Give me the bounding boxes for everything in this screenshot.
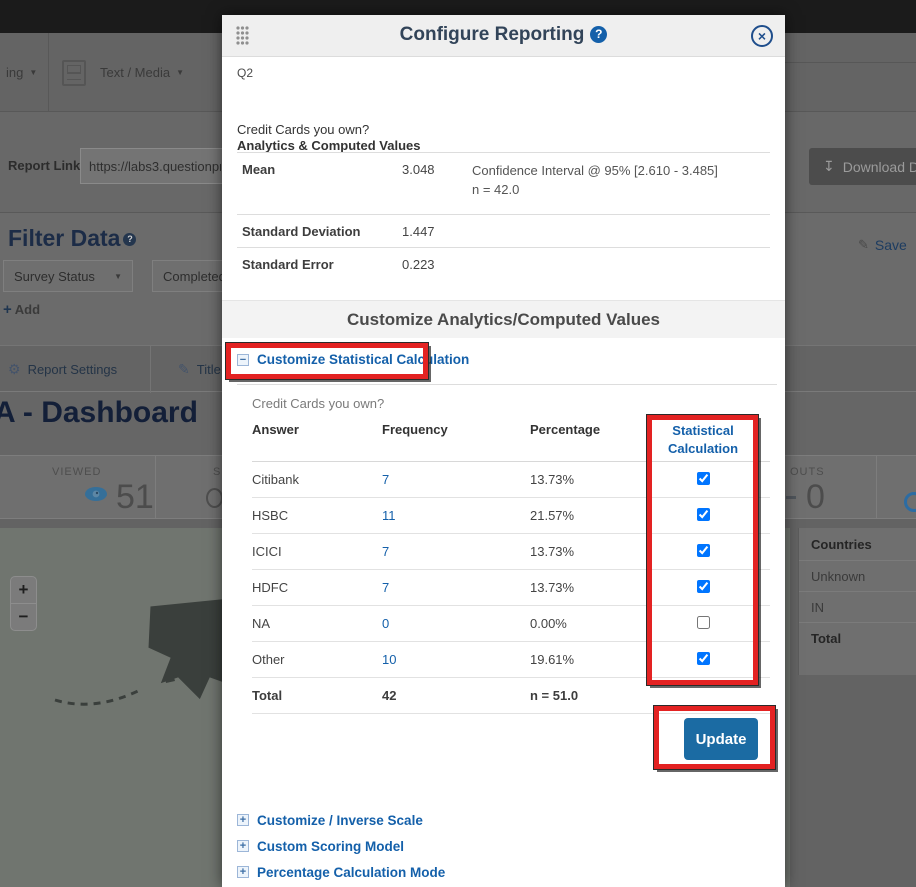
dropouts-label-partial: OUTS [790, 466, 825, 478]
globe-icon [904, 492, 916, 512]
country-row[interactable]: Unknown [799, 561, 916, 592]
collapsed-sections: + Customize / Inverse Scale + Custom Sco… [237, 807, 445, 885]
answers-header-row: Answer Frequency Percentage Statistical … [252, 417, 770, 462]
zoom-in-button[interactable]: + [11, 577, 36, 604]
dropout-icon [786, 496, 796, 499]
collapse-icon[interactable]: − [237, 354, 249, 366]
countries-table: Countries Unknown IN Total [798, 528, 916, 675]
countries-header: Countries [799, 528, 916, 561]
completed-dropdown[interactable]: Completed [152, 260, 232, 292]
frequency-link[interactable]: 7 [382, 580, 389, 595]
toolbar-divider [48, 33, 49, 112]
viewed-label: VIEWED [52, 466, 101, 478]
answer-row: Other 10 19.61% [252, 642, 770, 678]
app-root: ing ▼ Text / Media ▼ Report Link ↧ Downl… [0, 0, 916, 887]
download-data-button[interactable]: ↧ Download Da [809, 148, 916, 185]
frequency-link[interactable]: 10 [382, 652, 396, 667]
frequency-link[interactable]: 11 [382, 508, 396, 523]
update-button[interactable]: Update [684, 718, 758, 760]
expand-icon[interactable]: + [237, 866, 249, 878]
analytics-row-mean: Mean 3.048 Confidence Interval @ 95% [2.… [237, 152, 770, 214]
text-media-icon [62, 60, 86, 86]
stat-calc-checkbox[interactable] [697, 544, 710, 557]
report-link-label: Report Link [8, 158, 80, 173]
analytics-table: Mean 3.048 Confidence Interval @ 95% [2.… [237, 152, 770, 280]
answer-row: ICICI 7 13.73% [252, 534, 770, 570]
tab-divider [150, 346, 151, 393]
started-label-partial: S [213, 466, 221, 478]
dashboard-title: A - Dashboard [0, 396, 198, 430]
custom-scoring-model-link[interactable]: + Custom Scoring Model [237, 833, 445, 859]
help-icon[interactable]: ? [590, 26, 607, 43]
caret-down-icon: ▼ [114, 272, 122, 281]
analytics-row-se: Standard Error 0.223 [237, 247, 770, 280]
answers-table: Answer Frequency Percentage Statistical … [252, 417, 770, 714]
map-zoom-control: + − [10, 576, 37, 631]
help-icon[interactable]: ? [123, 233, 136, 246]
stat-calc-checkbox[interactable] [697, 472, 710, 485]
add-filter-button[interactable]: +Add [3, 301, 40, 318]
caret-down-icon: ▼ [29, 68, 37, 77]
zoom-out-button[interactable]: − [11, 604, 36, 631]
answer-row: Citibank 7 13.73% [252, 462, 770, 498]
tab-report-settings[interactable]: ⚙ Report Settings [8, 346, 117, 393]
toolbar-divider [785, 62, 916, 63]
customize-statistical-calculation-link[interactable]: − Customize Statistical Calculation [237, 352, 469, 367]
stat-calc-checkbox[interactable] [697, 580, 710, 593]
close-icon[interactable]: × [751, 25, 773, 47]
expand-icon[interactable]: + [237, 814, 249, 826]
survey-status-dropdown[interactable]: Survey Status ▼ [3, 260, 133, 292]
stopwatch-icon [206, 488, 223, 508]
pencil-icon: ✎ [178, 361, 190, 378]
confidence-interval: Confidence Interval @ 95% [2.610 - 3.485… [472, 162, 765, 181]
frequency-link[interactable]: 7 [382, 472, 389, 487]
stat-calc-checkbox[interactable] [697, 616, 710, 629]
frequency-link[interactable]: 7 [382, 544, 389, 559]
download-icon: ↧ [823, 158, 835, 175]
viewed-value: 51 [116, 478, 154, 517]
expand-icon[interactable]: + [237, 840, 249, 852]
question-text: Credit Cards you own? [237, 122, 369, 137]
frequency-link[interactable]: 0 [382, 616, 389, 631]
pencil-icon: ✎ [858, 237, 869, 253]
customize-section-heading: Customize Analytics/Computed Values [222, 300, 785, 338]
answer-row: HDFC 7 13.73% [252, 570, 770, 606]
stat-calc-checkbox[interactable] [697, 652, 710, 665]
stat-divider [876, 456, 877, 520]
analytics-row-sd: Standard Deviation 1.447 [237, 214, 770, 247]
configure-reporting-modal: Configure Reporting? × Q2 Credit Cards y… [222, 15, 785, 887]
report-link-input[interactable] [80, 148, 230, 184]
divider [237, 384, 777, 385]
percentage-calculation-mode-link[interactable]: + Percentage Calculation Mode [237, 859, 445, 885]
eye-icon [84, 486, 108, 502]
sample-size: n = 42.0 [472, 181, 765, 200]
analytics-heading: Analytics & Computed Values [237, 138, 421, 153]
download-label: Download Da [843, 159, 916, 175]
customize-inverse-scale-link[interactable]: + Customize / Inverse Scale [237, 807, 445, 833]
filter-data-title: Filter Data? [8, 225, 136, 252]
toolbar-item-partial[interactable]: ing ▼ [6, 33, 37, 112]
save-report-link[interactable]: ✎ Save [858, 237, 916, 253]
tab-title-layout[interactable]: ✎ Title & L [178, 346, 222, 393]
plus-icon: + [3, 301, 12, 318]
country-row[interactable]: IN [799, 592, 916, 623]
modal-header: Configure Reporting? × [222, 15, 785, 57]
toolbar-item-text-media[interactable]: Text / Media ▼ [62, 33, 184, 112]
answer-row: NA 0 0.00% [252, 606, 770, 642]
toolbar-item-label: ing [6, 65, 23, 80]
answers-total-row: Total 42 n = 51.0 [252, 678, 770, 714]
modal-title: Configure Reporting? [222, 24, 785, 46]
stat-divider [155, 456, 156, 520]
dropouts-value: 0 [806, 478, 825, 517]
caret-down-icon: ▼ [176, 68, 184, 77]
countries-total-row: Total [799, 623, 916, 654]
question-code: Q2 [237, 66, 253, 80]
stat-calc-checkbox[interactable] [697, 508, 710, 521]
question-text: Credit Cards you own? [252, 396, 384, 411]
answer-row: HSBC 11 21.57% [252, 498, 770, 534]
toolbar-item-label: Text / Media [100, 65, 170, 80]
gear-icon: ⚙ [8, 361, 21, 378]
